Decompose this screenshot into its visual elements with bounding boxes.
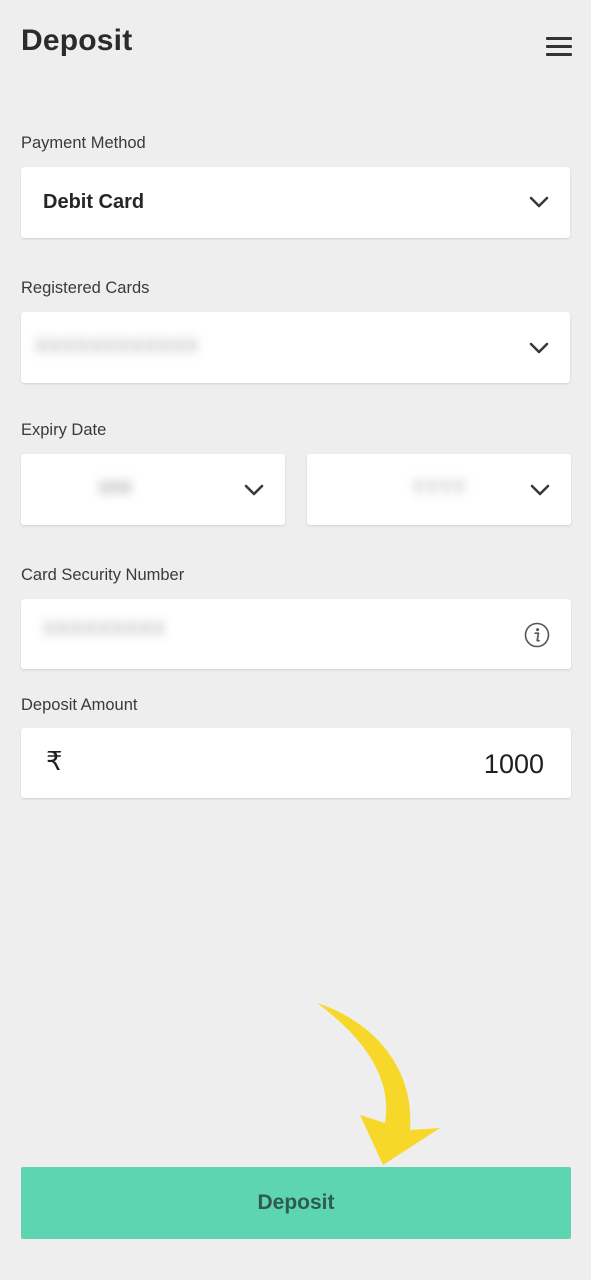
rupee-icon: ₹	[46, 746, 63, 776]
yellow-arrow-icon	[317, 1003, 440, 1165]
card-security-number-input[interactable]: XXXXXXXXX	[21, 599, 571, 669]
chevron-down-icon	[529, 342, 549, 354]
card-security-number-value: XXXXXXXXX	[43, 619, 167, 640]
payment-method-label: Payment Method	[21, 134, 146, 152]
chevron-down-icon	[244, 484, 264, 496]
payment-method-value: Debit Card	[43, 191, 145, 213]
expiry-year-select[interactable]: YYYY	[307, 454, 571, 525]
registered-card-value: XXXXXXXXXXXX	[35, 336, 200, 357]
payment-method-select[interactable]: Debit Card	[21, 167, 570, 238]
deposit-amount-label: Deposit Amount	[21, 696, 138, 714]
chevron-down-icon	[530, 484, 550, 496]
page-title: Deposit	[21, 24, 133, 57]
registered-cards-select[interactable]: XXXXXXXXXXXX	[21, 312, 570, 383]
registered-cards-label: Registered Cards	[21, 279, 150, 297]
deposit-button[interactable]: Deposit	[21, 1167, 571, 1239]
chevron-down-icon	[529, 196, 549, 208]
deposit-page: Deposit Payment Method Debit Card Regist…	[0, 0, 591, 1280]
deposit-amount-input[interactable]: ₹ 1000	[21, 728, 571, 798]
hamburger-menu-icon[interactable]	[546, 35, 572, 57]
info-icon[interactable]	[524, 622, 550, 648]
expiry-year-value: YYYY	[412, 478, 467, 499]
expiry-date-label: Expiry Date	[21, 421, 107, 439]
deposit-amount-value: 1000	[483, 749, 544, 779]
card-security-number-label: Card Security Number	[21, 566, 185, 584]
expiry-month-select[interactable]: MM	[21, 454, 285, 525]
expiry-month-value: MM	[99, 478, 133, 499]
